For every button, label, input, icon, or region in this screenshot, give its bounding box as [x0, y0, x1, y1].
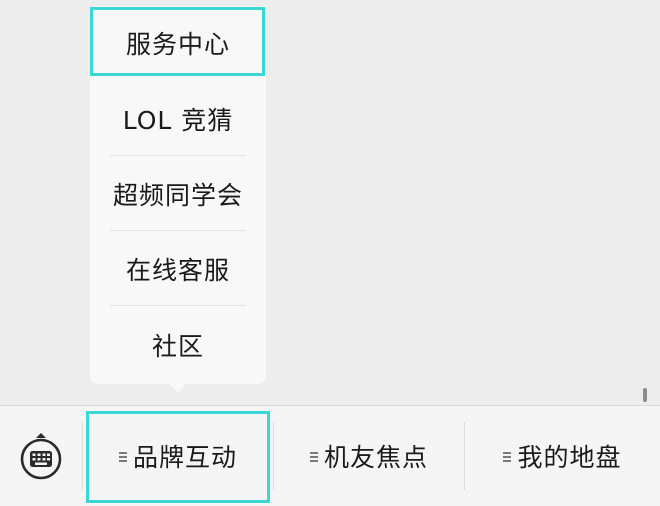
submenu-item-online-support[interactable]: 在线客服: [90, 232, 266, 306]
menu-label: 机友焦点: [323, 443, 428, 472]
highlight-box-brand-interaction: [86, 411, 270, 503]
submenu-item-lol-guess[interactable]: LOL 竞猜: [90, 82, 266, 156]
submenu-divider: [110, 230, 246, 231]
menu-my-territory[interactable]: 我的地盘: [465, 406, 660, 506]
menu-fan-focus[interactable]: 机友焦点: [274, 406, 464, 506]
submenu-item-overclock-club[interactable]: 超频同学会: [90, 157, 266, 231]
scroll-indicator[interactable]: [643, 388, 647, 402]
submenu-item-label: LOL 竞猜: [122, 106, 234, 135]
keyboard-icon: [20, 433, 62, 480]
keyboard-toggle-button[interactable]: [0, 406, 82, 506]
submenu-item-community[interactable]: 社区: [90, 308, 266, 382]
submenu-divider: [110, 155, 246, 156]
menu-label: 我的地盘: [517, 443, 622, 472]
submenu-item-label: 在线客服: [125, 256, 230, 285]
menu-lines-icon: [503, 452, 512, 462]
menu-lines-icon: [309, 452, 318, 462]
submenu-item-label: 超频同学会: [112, 181, 243, 210]
popup-pointer-arrow: [169, 383, 187, 393]
highlight-box-service-center: [90, 7, 265, 76]
submenu-divider: [110, 305, 246, 306]
submenu-item-label: 社区: [151, 332, 204, 361]
